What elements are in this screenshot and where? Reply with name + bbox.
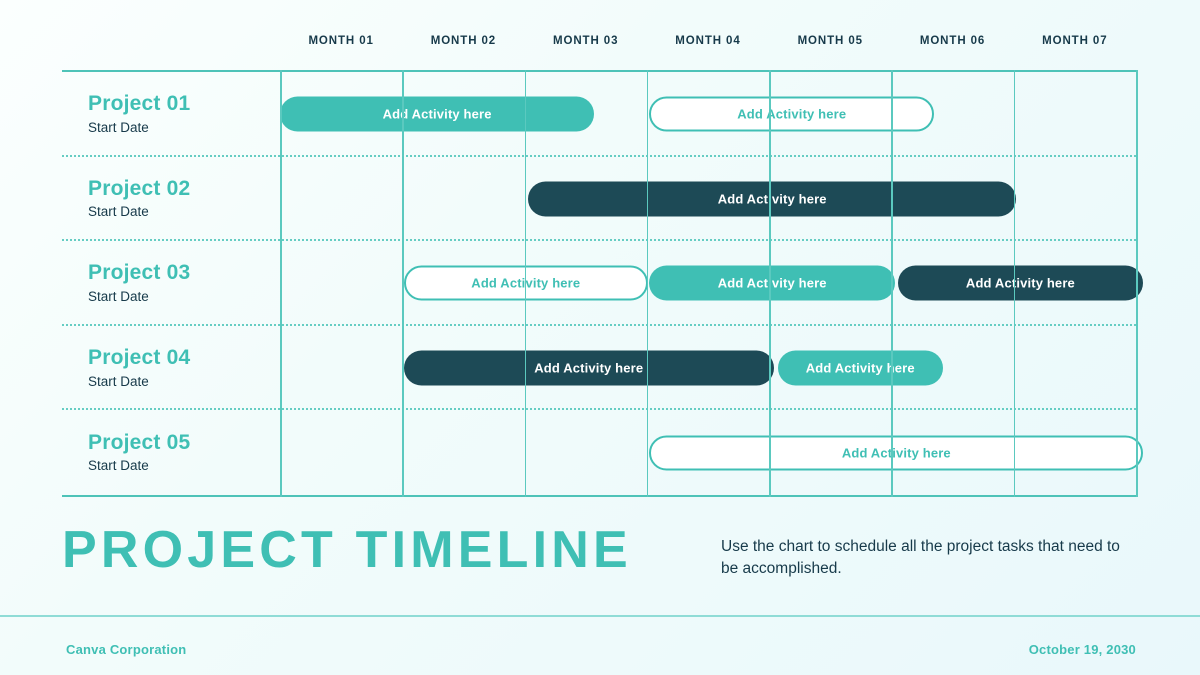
project-label-group: Project 01 Start Date xyxy=(88,92,190,136)
project-name: Project 04 xyxy=(88,346,191,370)
activity-bar[interactable]: Add Activity here xyxy=(403,350,775,386)
activity-bar[interactable]: Add Activity here xyxy=(649,265,896,301)
month-header-row: MONTH 01 MONTH 02 MONTH 03 MONTH 04 MONTH 05… xyxy=(280,30,1136,52)
page-description: Use the chart to schedule all the projec… xyxy=(721,538,1120,578)
activity-bar[interactable]: Add Activity here xyxy=(897,265,1144,301)
month-header-4: MONTH 04 xyxy=(675,35,741,47)
month-header-6: MONTH 06 xyxy=(919,35,986,47)
project-row: Project 03 Start Date Add Activity hereAdd… xyxy=(62,241,1144,326)
project-label-group: Project 02 Start Date xyxy=(88,177,190,221)
project-start-date[interactable]: Start Date xyxy=(88,458,190,474)
activity-bar[interactable]: Add Activity here xyxy=(649,435,1144,471)
project-row: Project 01 Start Date Add Activity here Add… xyxy=(62,72,1136,157)
activity-bar[interactable]: Add Activity here xyxy=(777,350,943,386)
grid-line-7 xyxy=(1136,70,1138,497)
grid-line-4 xyxy=(769,70,771,497)
grid-line-5 xyxy=(891,70,894,497)
grid-line-1 xyxy=(402,70,404,497)
project-name: Project 03 xyxy=(88,261,191,285)
project-label-group: Project 03 Start Date xyxy=(88,262,190,306)
footer-company: Canva Corporation xyxy=(66,642,187,657)
project-name: Project 02 xyxy=(88,177,191,201)
grid-line-3 xyxy=(646,70,649,497)
project-start-date[interactable]: Start Date xyxy=(88,374,190,390)
grid-line-0 xyxy=(280,70,282,497)
page-title: PROJECT TIMELINE xyxy=(62,521,632,579)
project-row: Project 04 Start Date Add Activity here Add… xyxy=(62,326,1136,411)
timeline-page: MONTH 01 MONTH 02 MONTH 03 MONTH 04 MONTH 05… xyxy=(0,0,1200,675)
project-rows: Project 01 Start Date Add Activity here Add… xyxy=(62,72,1144,495)
project-name: Project 05 xyxy=(88,430,191,454)
footer-divider xyxy=(0,615,1200,617)
month-header-2: MONTH 02 xyxy=(430,35,497,47)
project-row: Project 05 Start Date Add Activity here xyxy=(62,410,1144,495)
month-header-1: MONTH 01 xyxy=(308,35,374,47)
footer-date: October 19, 2030 xyxy=(1028,642,1136,657)
gantt-chart: Project 01 Start Date Add Activity here Add… xyxy=(62,70,1144,497)
project-row: Project 02 Start Date Add Activity here xyxy=(62,157,1136,242)
project-start-date[interactable]: Start Date xyxy=(88,289,190,305)
activity-bar[interactable]: Add Activity here xyxy=(280,96,595,132)
chart-bottom-rule xyxy=(62,495,1136,497)
project-start-date[interactable]: Start Date xyxy=(88,205,190,221)
month-header-5: MONTH 05 xyxy=(797,35,863,47)
activity-bar[interactable]: Add Activity here xyxy=(528,181,1017,217)
project-start-date[interactable]: Start Date xyxy=(88,120,190,136)
project-label-group: Project 04 Start Date xyxy=(88,346,190,390)
grid-line-6 xyxy=(1013,70,1016,497)
month-header-7: MONTH 07 xyxy=(1042,35,1108,47)
project-label-group: Project 05 Start Date xyxy=(88,431,190,475)
month-header-3: MONTH 03 xyxy=(553,35,619,47)
project-name: Project 01 xyxy=(88,92,191,116)
grid-line-2 xyxy=(524,70,527,497)
